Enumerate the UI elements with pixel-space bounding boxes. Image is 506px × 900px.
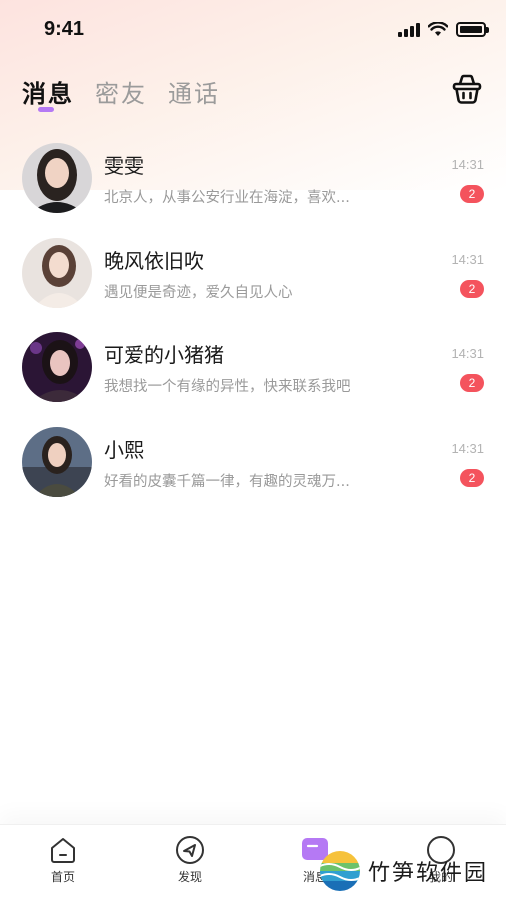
message-preview: 我想找一个有缘的异性，快来联系我吧 (104, 379, 351, 395)
message-time: 14:31 (451, 157, 484, 172)
avatar[interactable] (22, 237, 92, 308)
tabbar-label-home: 首页 (50, 870, 75, 884)
conversation-row[interactable]: 可爱的小猪猪 我想找一个有缘的异性，快来联系我吧 14:31 2 (0, 319, 506, 414)
wifi-icon (428, 22, 448, 36)
status-icons (398, 22, 489, 37)
contact-name: 晚风依旧吹 (104, 248, 204, 273)
message-time: 14:31 (451, 440, 484, 456)
basket-icon (452, 74, 482, 104)
status-time: 9:41 (44, 18, 85, 40)
tab-calls[interactable]: 通话 (168, 74, 220, 109)
conversation-row[interactable]: 雯雯 北京人，从事公安行业在海淀，喜欢... 14:31 2 (0, 130, 506, 225)
header: 消息 密友 通话 (0, 62, 506, 122)
compass-icon (176, 836, 204, 864)
home-icon (51, 838, 75, 863)
conversation-row[interactable]: 小熙 好看的皮囊千篇一律，有趣的灵魂万... 14:31 2 (0, 414, 506, 509)
avatar[interactable] (22, 143, 92, 213)
status-bar: 9:41 (0, 0, 506, 60)
message-preview: 好看的皮囊千篇一律，有趣的灵魂万... (104, 473, 350, 490)
active-tab-indicator (38, 107, 54, 112)
message-time: 14:31 (451, 346, 484, 361)
signal-icon (398, 22, 420, 37)
watermark-text: 竹笋软件园 (368, 861, 489, 886)
tabbar-label-discover: 发现 (177, 870, 202, 884)
unread-badge: 2 (460, 374, 484, 392)
contact-name: 小熙 (104, 437, 144, 462)
unread-badge: 2 (460, 185, 484, 203)
unread-badge: 2 (460, 279, 484, 298)
tabbar-item-home[interactable]: 首页 (33, 835, 93, 885)
conversation-row[interactable]: 晚风依旧吹 遇见便是奇迹，爱久自见人心 14:31 2 (0, 225, 506, 320)
basket-button[interactable] (450, 72, 484, 106)
avatar[interactable] (22, 426, 92, 497)
message-preview: 北京人，从事公安行业在海淀，喜欢... (104, 190, 350, 206)
avatar[interactable] (22, 332, 92, 402)
message-preview: 遇见便是奇迹，爱久自见人心 (104, 284, 293, 301)
tab-messages[interactable]: 消息 (22, 74, 74, 109)
battery-icon (456, 22, 489, 37)
tab-close-friends[interactable]: 密友 (95, 74, 147, 109)
watermark: 竹笋软件园 (318, 848, 504, 894)
contact-name: 雯雯 (104, 154, 144, 178)
unread-badge: 2 (460, 468, 484, 487)
contact-name: 可爱的小猪猪 (104, 343, 224, 367)
conversation-list: 雯雯 北京人，从事公安行业在海淀，喜欢... 14:31 2 晚风依旧吹 遇见便… (0, 130, 506, 508)
tabbar-item-discover[interactable]: 发现 (160, 835, 220, 885)
message-time: 14:31 (451, 251, 484, 267)
watermark-logo (320, 851, 360, 891)
